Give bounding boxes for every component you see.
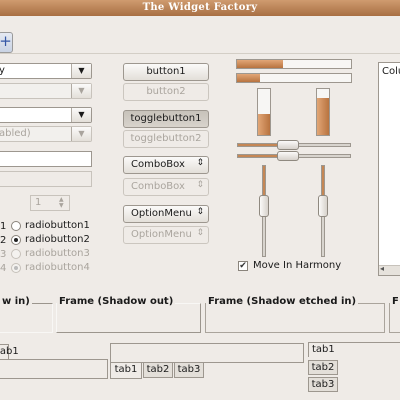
combo-box-entry-disabled: ▼ [0,83,92,99]
combobox[interactable]: ComboBox ⇕ [123,156,209,174]
optionmenu[interactable]: OptionMenu ⇕ [123,205,209,223]
tab-left-side-tab2[interactable]: tab2 [308,360,338,375]
tab-label: tab1 [0,346,19,357]
scale-handle-2[interactable] [277,151,300,161]
tab-label: tab3 [311,379,335,390]
chevron-down-icon: ▼ [71,84,91,98]
toolbar-add-button[interactable]: + [0,32,13,53]
progress-fill [237,74,260,82]
tree-view[interactable]: Colu ◂ [378,62,400,276]
scroll-left-icon[interactable]: ◂ [380,264,384,273]
radiobutton1-label[interactable]: radiobutton1 [25,220,90,231]
optionmenu-disabled: OptionMenu ⇕ [123,226,209,244]
scale-handle-v1[interactable] [259,195,269,218]
tab-label: tab3 [177,364,201,375]
move-in-harmony-label[interactable]: Move In Harmony [253,260,341,271]
checkmark-icon: ✔ [239,261,247,271]
combobox-label: ComboBox [131,159,185,170]
tab-bottom-tab3[interactable]: tab3 [174,363,204,378]
scale-handle-1[interactable] [277,140,300,150]
progress-fill [258,114,270,135]
frame-etched-out [389,303,400,333]
frame-shadow-etched-in [205,303,385,333]
horizontal-scrollbar[interactable]: ◂ [379,264,400,275]
frame-shadow-out-label: Frame (Shadow out) [57,296,176,307]
progress-bar-vertical-1 [257,88,271,136]
progress-bar-vertical-2 [316,88,330,136]
column-header[interactable]: Colu [382,66,400,77]
combo-box-entry-text: y [0,65,5,76]
spin-value: 1 [35,197,42,208]
button2-disabled: button2 [123,83,209,101]
togglebutton2-disabled: togglebutton2 [123,130,209,148]
radiobutton1[interactable] [11,221,21,231]
chevron-down-icon[interactable]: ▼ [71,64,91,78]
up-down-arrows-icon: ⇕ [196,158,204,168]
scale-handle-v2[interactable] [318,195,328,218]
spin-button-disabled: 1 ▲▼ [30,195,70,211]
tab-left-side-tab1[interactable]: tab1 [308,342,400,357]
tab-label: tab1 [114,364,138,375]
frame-shadow-in [0,303,53,333]
combobox-disabled: ComboBox ⇕ [123,178,209,196]
radiobutton4-label: radiobutton4 [25,262,90,273]
up-down-arrows-icon: ⇕ [196,228,204,238]
tab-bottom-tab1[interactable]: tab1 [110,363,142,379]
chevron-down-icon: ▼ [71,127,91,141]
radiobutton2[interactable] [11,235,21,245]
move-in-harmony-checkbox[interactable]: ✔ [238,261,248,271]
text-entry-disabled [0,171,92,187]
tab-bottom-tab2[interactable]: tab2 [143,363,173,378]
window-title-bar[interactable]: The Widget Factory [0,0,400,16]
tab-left-side-tab3[interactable]: tab3 [308,377,338,392]
progress-bar-horizontal-1 [236,59,352,69]
radio-prefix-1: 1 [0,221,7,232]
tab-label: tab2 [146,364,170,375]
text-entry[interactable] [0,151,92,167]
combobox-disabled-label: ComboBox [131,181,185,192]
tab-label: tab2 [311,362,335,373]
frame-etched-out-label: F [390,296,400,307]
radio-prefix-4: 4 [0,263,7,274]
optionmenu-label: OptionMenu [131,208,192,219]
frame-shadow-out [56,303,201,333]
frame-shadow-in-label: w in) [0,296,32,307]
radio-prefix-2: 2 [0,235,7,246]
radiobutton4 [11,263,21,273]
up-down-arrows-icon: ⇕ [196,180,204,190]
button1[interactable]: button1 [123,63,209,81]
togglebutton1[interactable]: togglebutton1 [123,110,209,128]
optionmenu-disabled-label: OptionMenu [131,229,192,240]
radiobutton3 [11,249,21,259]
combo-box-entry-2-disabled-text: abled) [0,128,31,139]
notebook-left-panel [0,359,108,379]
chevron-down-icon[interactable]: ▼ [71,108,91,122]
progress-bar-horizontal-2 [236,73,352,83]
combo-box-entry-2[interactable]: ▼ [0,107,92,123]
progress-fill [237,60,283,68]
combo-box-entry[interactable]: y ▼ [0,63,92,79]
tab-left-tab1[interactable]: tab1 [0,344,19,359]
up-down-arrows-icon: ⇕ [196,207,204,217]
frame-shadow-etched-in-label: Frame (Shadow etched in) [206,296,359,307]
progress-fill [317,98,329,135]
add-icon: + [0,32,12,50]
radio-prefix-3: 3 [0,249,7,260]
radiobutton2-label[interactable]: radiobutton2 [25,234,90,245]
radiobutton3-label: radiobutton3 [25,248,90,259]
notebook-bottom-panel [110,343,304,363]
spin-arrows-icon: ▲▼ [59,196,64,209]
toolbar [0,16,400,54]
tab-label: tab1 [312,344,335,355]
window-title: The Widget Factory [142,2,258,13]
combo-box-entry-2-disabled: abled) ▼ [0,126,92,142]
